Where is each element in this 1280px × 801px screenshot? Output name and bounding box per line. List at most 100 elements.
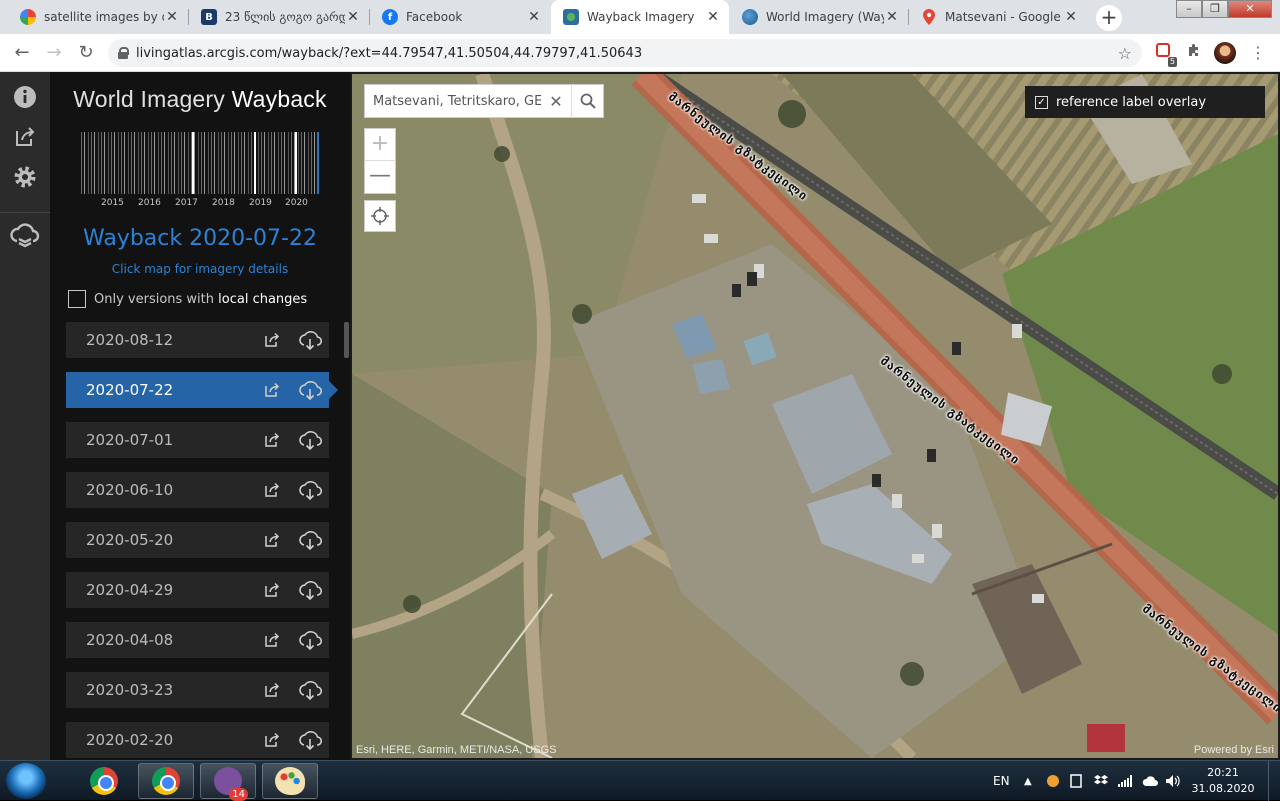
extension-icon[interactable]: 5 — [1152, 42, 1177, 67]
minimize-icon[interactable]: – — [1176, 0, 1202, 18]
blog-icon: B — [201, 9, 217, 25]
release-item[interactable]: 2020-02-20 — [66, 722, 329, 758]
menu-dots-icon[interactable]: ⋮ — [1247, 42, 1269, 64]
download-cloud-icon[interactable] — [291, 372, 329, 408]
download-cloud-icon[interactable] — [291, 522, 329, 558]
release-list-scrollbar[interactable] — [344, 322, 349, 358]
windows-taskbar: 14 EN ▲ 20:21 31.08.2020 — [0, 760, 1280, 801]
open-in-new-icon[interactable] — [253, 372, 291, 408]
tab-close-icon[interactable]: ✕ — [164, 9, 180, 25]
download-cloud-icon[interactable] — [291, 322, 329, 358]
release-timeline[interactable] — [81, 132, 321, 194]
release-item[interactable]: 2020-08-12 — [66, 322, 329, 358]
open-in-new-icon[interactable] — [253, 472, 291, 508]
taskbar-chrome[interactable] — [76, 763, 132, 799]
reload-icon[interactable]: ↻ — [74, 41, 98, 65]
locate-button[interactable] — [364, 200, 396, 232]
tab-facebook[interactable]: f Facebook ✕ — [370, 0, 550, 34]
release-item[interactable]: 2020-06-10 — [66, 472, 329, 508]
url-text[interactable]: livingatlas.arcgis.com/wayback/?ext=44.7… — [136, 46, 1118, 61]
open-in-new-icon[interactable] — [253, 622, 291, 658]
overlay-checkbox[interactable]: ✓ — [1035, 95, 1048, 109]
open-in-new-icon[interactable] — [253, 672, 291, 708]
tab-google-maps[interactable]: Matsevani - Google M ✕ — [909, 0, 1087, 34]
open-in-new-icon[interactable] — [253, 322, 291, 358]
tab-close-icon[interactable]: ✕ — [526, 9, 542, 25]
app-title-light: World Imagery — [73, 86, 225, 112]
open-in-new-icon[interactable] — [253, 572, 291, 608]
local-changes-checkbox[interactable] — [68, 290, 86, 308]
local-changes-filter[interactable]: Only versions with local changes — [68, 290, 307, 308]
zoom-controls: + — — [364, 128, 396, 194]
address-bar[interactable]: livingatlas.arcgis.com/wayback/?ext=44.7… — [108, 39, 1142, 67]
open-in-new-icon[interactable] — [253, 422, 291, 458]
tray-icon-1[interactable] — [1046, 761, 1060, 801]
tab-satellite-search[interactable]: satellite images by da ✕ — [8, 0, 188, 34]
taskbar-chrome-active[interactable] — [138, 763, 194, 799]
forward-icon[interactable]: → — [42, 41, 66, 65]
dropbox-icon[interactable] — [1094, 761, 1108, 801]
tab-title: Wayback Imagery — [587, 10, 695, 24]
zoom-in-button[interactable]: + — [365, 129, 395, 161]
share-icon[interactable] — [10, 122, 40, 152]
tab-close-icon[interactable]: ✕ — [884, 9, 900, 25]
new-tab-button[interactable]: + — [1096, 5, 1122, 31]
taskbar-viber[interactable]: 14 — [200, 763, 256, 801]
volume-icon[interactable] — [1166, 761, 1180, 801]
open-in-new-icon[interactable] — [253, 522, 291, 558]
release-item[interactable]: 2020-03-23 — [66, 672, 329, 708]
tab-title: satellite images by da — [44, 10, 164, 24]
powered-by-esri[interactable]: Powered by Esri — [1194, 744, 1274, 756]
close-window-icon[interactable]: ✕ — [1228, 0, 1272, 18]
release-item[interactable]: 2020-04-08 — [66, 622, 329, 658]
reference-label-toggle[interactable]: ✓ reference label overlay — [1025, 86, 1265, 118]
zoom-out-button[interactable]: — — [365, 161, 395, 193]
puzzle-icon[interactable] — [1183, 42, 1205, 64]
back-icon[interactable]: ← — [10, 41, 34, 65]
show-desktop-button[interactable] — [1268, 761, 1280, 801]
tab-close-icon[interactable]: ✕ — [1063, 9, 1079, 25]
profile-avatar[interactable] — [1214, 42, 1236, 64]
onedrive-icon[interactable] — [1142, 761, 1158, 801]
restore-icon[interactable]: ❐ — [1202, 0, 1228, 18]
download-cloud-icon[interactable] — [291, 422, 329, 458]
taskbar-paint[interactable] — [262, 763, 318, 799]
tab-close-icon[interactable]: ✕ — [345, 9, 361, 25]
tray-icon-2[interactable] — [1070, 761, 1082, 801]
release-item[interactable]: 2020-04-29 — [66, 572, 329, 608]
clear-search-icon[interactable]: ✕ — [541, 92, 571, 111]
release-item[interactable]: 2020-07-22 — [66, 372, 338, 408]
tab-world-imagery[interactable]: World Imagery (Wayb ✕ — [730, 0, 908, 34]
wayback-icon — [563, 9, 579, 25]
download-cloud-icon[interactable] — [291, 622, 329, 658]
bookmark-star-icon[interactable]: ☆ — [1118, 44, 1132, 63]
download-cloud-icon[interactable] — [291, 722, 329, 758]
tab-blog-post[interactable]: B 23 წლის გოგო გარდ ✕ — [189, 0, 369, 34]
release-item[interactable]: 2020-05-20 — [66, 522, 329, 558]
language-indicator[interactable]: EN — [993, 761, 1010, 801]
tab-wayback-imagery[interactable]: Wayback Imagery ✕ — [551, 0, 729, 34]
system-clock[interactable]: 20:21 31.08.2020 — [1188, 765, 1258, 797]
imagery-map[interactable]: მარნეულის გზატკეცილი მარნეულის გზატკეცილ… — [352, 74, 1278, 758]
timeline-year: 2019 — [249, 198, 272, 208]
overlay-label: reference label overlay — [1056, 94, 1207, 110]
open-in-new-icon[interactable] — [253, 722, 291, 758]
start-button[interactable] — [6, 763, 46, 799]
tray-expand-icon[interactable]: ▲ — [1024, 761, 1032, 801]
release-date: 2020-02-20 — [86, 731, 174, 749]
release-item[interactable]: 2020-07-01 — [66, 422, 329, 458]
lock-icon[interactable] — [118, 47, 129, 59]
download-cloud-icon[interactable] — [291, 472, 329, 508]
download-cloud-icon[interactable] — [291, 672, 329, 708]
download-cloud-icon[interactable] — [291, 572, 329, 608]
app-title-bold: Wayback — [231, 86, 327, 112]
search-input[interactable]: Matsevani, Tetritskaro, GE — [365, 94, 541, 109]
layers-cloud-icon[interactable] — [10, 222, 40, 252]
timeline-barcode — [81, 132, 321, 194]
network-icon[interactable] — [1118, 761, 1132, 801]
info-icon[interactable] — [10, 82, 40, 112]
release-date: 2020-07-22 — [86, 381, 174, 399]
gear-icon[interactable] — [10, 162, 40, 192]
tab-close-icon[interactable]: ✕ — [705, 9, 721, 25]
search-icon[interactable] — [571, 84, 603, 118]
